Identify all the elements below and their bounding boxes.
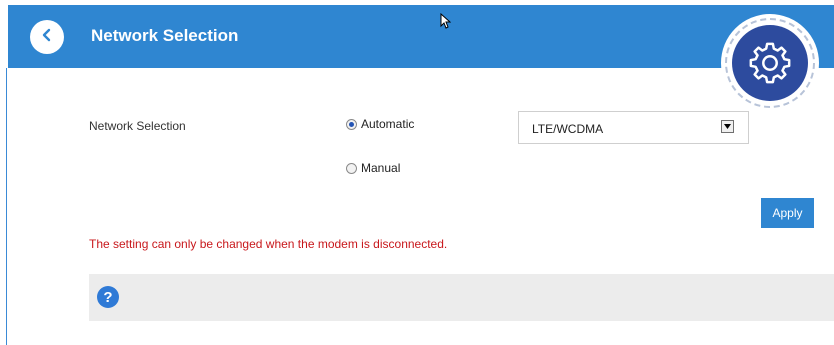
page-border (6, 68, 7, 345)
gear-icon (732, 25, 808, 101)
page-header: Network Selection (8, 5, 834, 68)
radio-automatic-button[interactable] (346, 118, 357, 130)
radio-manual-label: Manual (361, 161, 401, 175)
warning-message: The setting can only be changed when the… (89, 237, 448, 251)
chevron-left-icon (40, 28, 54, 47)
network-selection-label: Network Selection (89, 119, 186, 133)
mouse-cursor-icon (440, 12, 452, 34)
chevron-down-icon[interactable] (721, 120, 734, 133)
apply-button[interactable]: Apply (761, 198, 814, 228)
help-bar: ? (89, 274, 834, 321)
radio-automatic-label: Automatic (361, 117, 415, 131)
settings-badge (721, 14, 819, 112)
radio-manual-button[interactable] (346, 162, 357, 174)
radio-manual[interactable]: Manual (346, 161, 400, 175)
network-type-value: LTE/WCDMA (532, 122, 604, 136)
page-title: Network Selection (91, 26, 239, 45)
question-icon[interactable]: ? (97, 286, 119, 308)
radio-automatic[interactable]: Automatic (346, 117, 414, 131)
network-type-select[interactable]: LTE/WCDMA (518, 111, 749, 144)
back-button[interactable] (30, 20, 64, 54)
